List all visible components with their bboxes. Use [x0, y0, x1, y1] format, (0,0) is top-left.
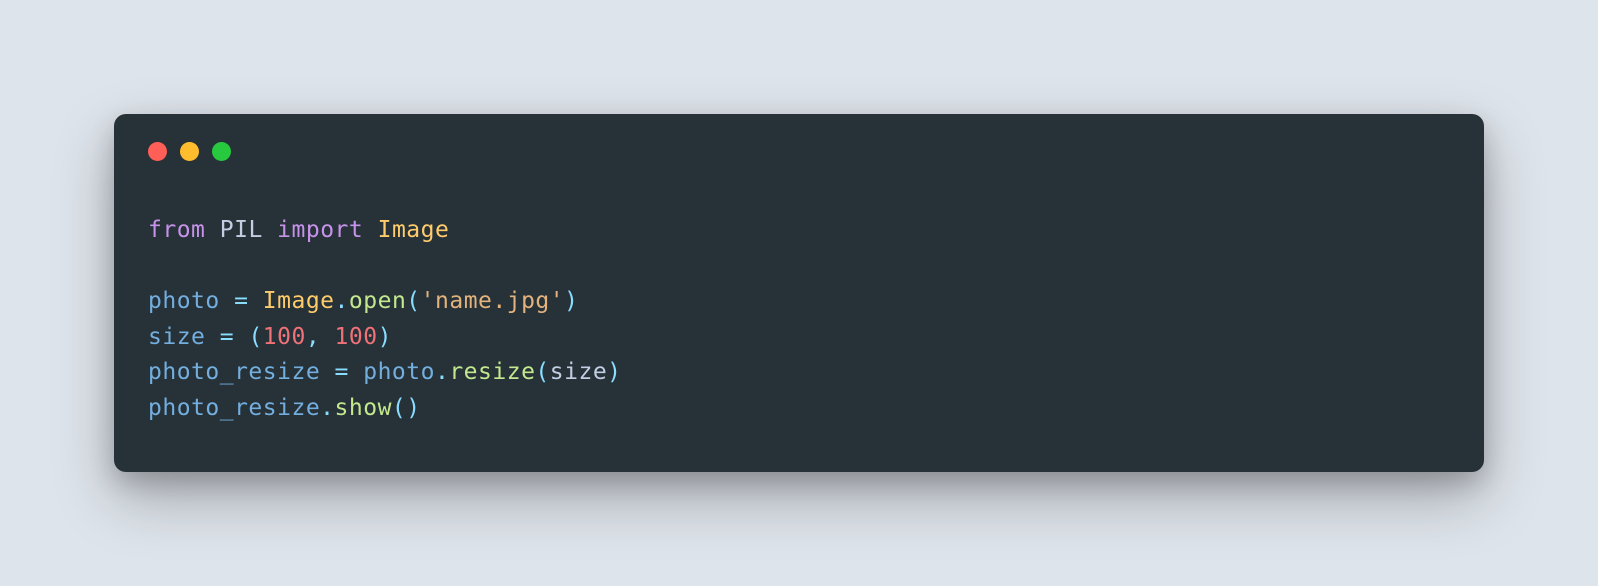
paren: )	[406, 395, 420, 421]
paren: )	[378, 324, 392, 350]
dot: .	[320, 395, 334, 421]
maximize-icon[interactable]	[212, 142, 231, 161]
class-name: Image	[263, 288, 335, 314]
function-name: open	[349, 288, 406, 314]
function-name: show	[335, 395, 392, 421]
operator: =	[205, 324, 248, 350]
paren: (	[535, 359, 549, 385]
paren: (	[248, 324, 262, 350]
string-literal: 'name.jpg'	[421, 288, 564, 314]
variable: photo_resize	[148, 395, 320, 421]
variable: photo	[363, 359, 435, 385]
module-name: PIL	[220, 217, 263, 243]
number-literal: 100	[263, 324, 306, 350]
operator: =	[320, 359, 363, 385]
variable: size	[148, 324, 205, 350]
minimize-icon[interactable]	[180, 142, 199, 161]
number-literal: 100	[335, 324, 378, 350]
operator: =	[220, 288, 263, 314]
paren: (	[406, 288, 420, 314]
variable: photo_resize	[148, 359, 320, 385]
code-content[interactable]: from PIL import Image photo = Image.open…	[148, 213, 1450, 427]
function-name: resize	[449, 359, 535, 385]
dot: .	[335, 288, 349, 314]
dot: .	[435, 359, 449, 385]
keyword-from: from	[148, 217, 205, 243]
close-icon[interactable]	[148, 142, 167, 161]
paren: )	[564, 288, 578, 314]
traffic-lights	[148, 142, 1450, 161]
code-window: from PIL import Image photo = Image.open…	[114, 114, 1484, 473]
paren: )	[607, 359, 621, 385]
comma: ,	[306, 324, 335, 350]
class-name: Image	[378, 217, 450, 243]
variable: photo	[148, 288, 220, 314]
keyword-import: import	[277, 217, 363, 243]
paren: (	[392, 395, 406, 421]
argument: size	[550, 359, 607, 385]
